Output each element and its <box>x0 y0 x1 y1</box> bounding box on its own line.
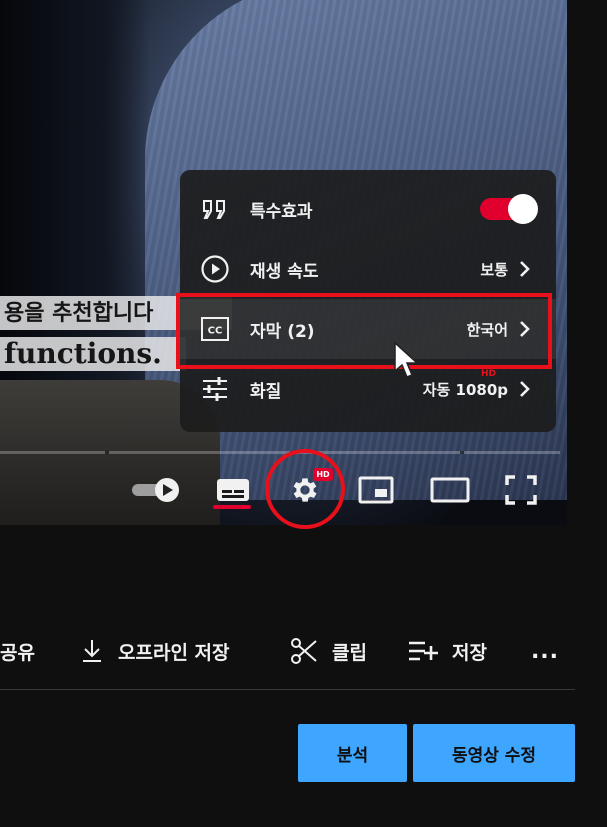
miniplayer-icon <box>358 476 394 504</box>
video-actions: 공유 오프라인 저장 클립 저장 ... <box>0 626 607 676</box>
more-icon: ... <box>530 638 560 664</box>
menu-item-label: 화질 <box>250 381 282 402</box>
menu-item-subtitles[interactable]: CC 자막 (2) 한국어 <box>180 299 556 359</box>
offline-save-label: 오프라인 저장 <box>118 641 230 664</box>
cc-icon: CC <box>198 312 232 346</box>
offline-save-button[interactable]: 오프라인 저장 <box>80 626 230 676</box>
svg-text:CC: CC <box>208 326 223 337</box>
share-button[interactable]: 공유 <box>0 626 35 676</box>
more-actions-button[interactable]: ... <box>530 626 560 676</box>
subtitles-button[interactable] <box>210 470 256 510</box>
theater-mode-icon <box>430 477 470 503</box>
chevron-right-icon <box>518 319 534 339</box>
miniplayer-button[interactable] <box>352 470 400 510</box>
menu-item-value: 자동 1080p <box>422 380 508 399</box>
save-to-playlist-button[interactable]: 저장 <box>408 626 487 676</box>
subtitles-icon <box>217 479 249 501</box>
menu-item-annotations[interactable]: 특수효과 <box>180 179 556 239</box>
clip-button[interactable]: 클립 <box>290 626 367 676</box>
chapter-marker <box>460 451 464 454</box>
sliders-icon <box>198 372 232 406</box>
clip-label: 클립 <box>332 641 367 664</box>
menu-item-label: 재생 속도 <box>250 261 319 282</box>
menu-item-label: 자막 (2) <box>250 321 315 342</box>
quality-hd-badge: HD <box>480 369 496 379</box>
toggle-knob <box>508 194 538 224</box>
chevron-right-icon <box>518 259 534 279</box>
play-circle-icon <box>198 252 232 286</box>
download-icon <box>83 640 101 662</box>
autoplay-toggle-icon <box>132 478 179 502</box>
menu-item-quality[interactable]: 화질 자동 1080p HD <box>180 359 556 419</box>
settings-menu: 특수효과 재생 속도 보통 CC 자막 (2) 한국어 화질 자동 1080p … <box>180 170 556 432</box>
annotations-toggle[interactable] <box>480 194 538 224</box>
fullscreen-icon <box>505 475 537 505</box>
menu-item-value: 한국어 <box>466 320 508 339</box>
autoplay-toggle[interactable] <box>130 470 182 510</box>
subtitle-line-2: functions. <box>0 337 186 371</box>
quote-icon <box>198 192 232 226</box>
chevron-right-icon <box>518 379 534 399</box>
subtitles-active-indicator <box>213 505 251 509</box>
menu-item-label: 특수효과 <box>250 201 313 222</box>
share-label: 공유 <box>0 641 35 664</box>
progress-bar[interactable] <box>0 451 560 454</box>
edit-video-button[interactable]: 동영상 수정 <box>413 724 575 782</box>
save-label: 저장 <box>452 641 487 664</box>
chapter-marker <box>105 451 109 454</box>
fullscreen-button[interactable] <box>498 470 544 510</box>
theater-mode-button[interactable] <box>424 470 476 510</box>
analytics-button[interactable]: 분석 <box>298 724 407 782</box>
menu-item-playback-speed[interactable]: 재생 속도 보통 <box>180 239 556 299</box>
scissors-icon <box>291 638 317 664</box>
hd-badge: HD <box>313 468 333 481</box>
player-edge <box>567 0 575 525</box>
chapter-marker <box>290 451 294 454</box>
menu-item-value: 보통 <box>480 260 508 279</box>
playlist-add-icon <box>409 641 438 661</box>
divider <box>0 689 575 690</box>
